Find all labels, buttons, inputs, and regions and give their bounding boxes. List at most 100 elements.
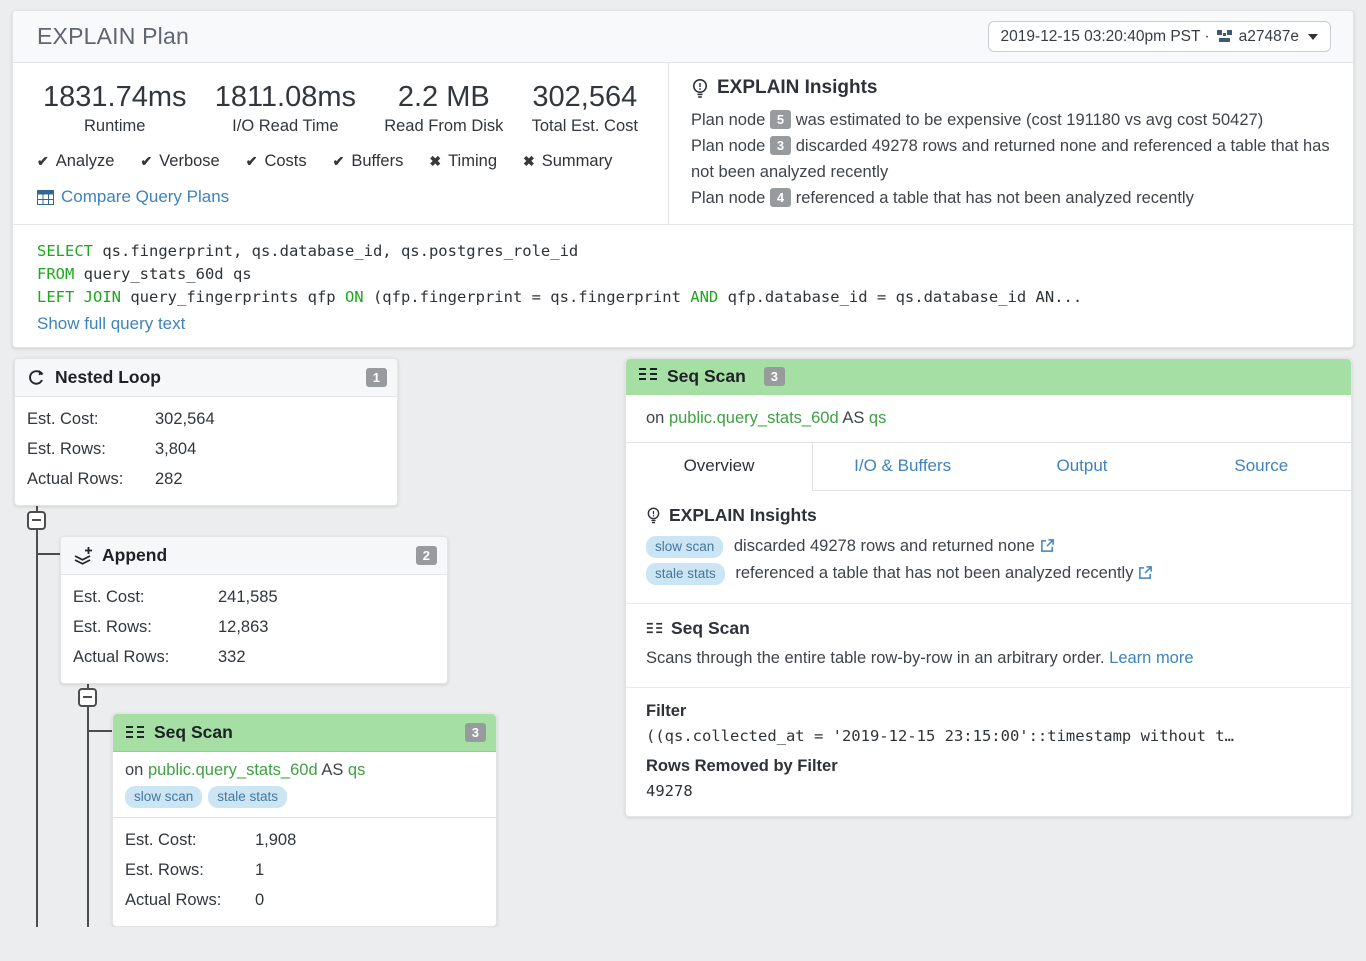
external-link-icon[interactable] <box>1040 538 1055 553</box>
table-link[interactable]: public.query_stats_60d <box>669 409 839 427</box>
x-icon: ✖ <box>429 153 441 170</box>
insight-item: Plan node 4 referenced a table that has … <box>691 185 1333 211</box>
stat-row: Est. Rows:1 <box>125 856 484 886</box>
plan-node-seq-scan[interactable]: Seq Scan 3 on public.query_stats_60d AS … <box>112 713 497 927</box>
detail-table-row: on public.query_stats_60d AS qs <box>626 395 1351 442</box>
stat-row: Est. Rows:3,804 <box>27 435 385 465</box>
table-grid-icon <box>37 190 54 205</box>
insight-item: Plan node 3 discarded 49278 rows and ret… <box>691 133 1333 185</box>
detail-header: Seq Scan 3 <box>626 359 1351 395</box>
node-header: Seq Scan 3 <box>113 714 496 752</box>
flag-buffers: ✔Buffers <box>333 152 404 171</box>
stat-row: Actual Rows:332 <box>73 643 435 673</box>
insight-tag: stale stats <box>646 563 725 585</box>
plan-node-nested-loop[interactable]: Nested Loop 1 Est. Cost:302,564 Est. Row… <box>14 358 398 506</box>
flag-analyze: ✔Analyze <box>37 152 114 171</box>
node-title: Nested Loop <box>55 367 161 388</box>
tab-io-buffers[interactable]: I/O & Buffers <box>813 443 992 491</box>
node-badge[interactable]: 4 <box>770 188 791 207</box>
flag-costs: ✔Costs <box>246 152 307 171</box>
lightbulb-icon <box>646 506 661 525</box>
filter-title: Filter <box>646 702 1331 721</box>
check-icon: ✔ <box>37 153 49 170</box>
x-icon: ✖ <box>523 153 535 170</box>
node-stats: Est. Cost:1,908 Est. Rows:1 Actual Rows:… <box>113 818 496 926</box>
snapshot-icon <box>1217 30 1232 44</box>
detail-tabs: Overview I/O & Buffers Output Source <box>626 442 1351 491</box>
compare-query-plans-link[interactable]: Compare Query Plans <box>37 187 229 207</box>
node-detail-panel: Seq Scan 3 on public.query_stats_60d AS … <box>625 358 1352 817</box>
node-badge[interactable]: 5 <box>770 110 791 129</box>
tree-connector-line <box>87 669 89 927</box>
tree-connector-line <box>88 730 112 732</box>
tree-connector-line <box>36 492 38 927</box>
node-title: Seq Scan <box>154 722 233 743</box>
seq-scan-rows-icon <box>638 366 658 387</box>
query-text-section: SELECT qs.fingerprint, qs.database_id, q… <box>13 224 1353 347</box>
node-badge: 1 <box>366 368 387 387</box>
stat-row: Est. Cost:241,585 <box>73 583 435 613</box>
check-icon: ✔ <box>246 153 258 170</box>
append-layers-icon <box>73 546 93 565</box>
rows-removed-title: Rows Removed by Filter <box>646 757 1331 776</box>
insight-tag: slow scan <box>125 786 202 808</box>
page-title: EXPLAIN Plan <box>37 23 189 50</box>
node-help-title: Seq Scan <box>646 618 1331 639</box>
stat-total-est-cost: 302,564 Total Est. Cost <box>532 79 638 136</box>
detail-title: Seq Scan <box>667 366 746 387</box>
stat-row: Actual Rows:282 <box>27 465 385 495</box>
tab-source[interactable]: Source <box>1172 443 1351 491</box>
show-full-query-link[interactable]: Show full query text <box>37 314 185 334</box>
explain-flags: ✔Analyze ✔Verbose ✔Costs ✔Buffers ✖Timin… <box>37 152 644 171</box>
chevron-down-icon <box>1308 34 1318 40</box>
stat-row: Est. Cost:302,564 <box>27 405 385 435</box>
explain-plan-card: EXPLAIN Plan 2019-12-15 03:20:40pm PST ·… <box>12 10 1354 348</box>
lightbulb-icon <box>691 78 709 99</box>
tab-overview[interactable]: Overview <box>626 442 813 491</box>
node-title: Append <box>102 545 167 566</box>
tab-output[interactable]: Output <box>992 443 1171 491</box>
external-link-icon[interactable] <box>1138 565 1153 580</box>
plan-tree-area: Nested Loop 1 Est. Cost:302,564 Est. Row… <box>12 348 1354 927</box>
table-link[interactable]: public.query_stats_60d <box>148 761 318 779</box>
alias-link[interactable]: qs <box>869 409 886 427</box>
plan-summary: 1831.74ms Runtime 1811.08ms I/O Read Tim… <box>13 63 668 224</box>
snapshot-id: a27487e <box>1239 28 1299 46</box>
node-badge[interactable]: 3 <box>770 136 791 155</box>
plan-node-append[interactable]: Append 2 Est. Cost:241,585 Est. Rows:12,… <box>60 536 448 684</box>
node-table-row: on public.query_stats_60d AS qs slow sca… <box>113 752 496 818</box>
stat-row: Est. Rows:12,863 <box>73 613 435 643</box>
flag-timing: ✖Timing <box>429 152 497 171</box>
node-stats: Est. Cost:302,564 Est. Rows:3,804 Actual… <box>15 397 397 505</box>
snapshot-selector-button[interactable]: 2019-12-15 03:20:40pm PST · a27487e <box>988 21 1331 52</box>
insight-tag: stale stats <box>208 786 287 808</box>
insight-item: Plan node 5 was estimated to be expensiv… <box>691 107 1333 133</box>
collapse-node-2-button[interactable] <box>78 688 97 707</box>
node-header: Nested Loop 1 <box>15 359 397 397</box>
node-help-text: Scans through the entire table row-by-ro… <box>646 646 1331 671</box>
rows-removed-value: 49278 <box>646 782 1331 800</box>
insight-item: stale stats referenced a table that has … <box>646 560 1331 587</box>
stat-runtime: 1831.74ms Runtime <box>43 79 187 136</box>
snapshot-datetime: 2019-12-15 03:20:40pm PST · <box>1001 28 1210 46</box>
check-icon: ✔ <box>140 153 152 170</box>
sql-query-text: SELECT qs.fingerprint, qs.database_id, q… <box>37 240 1329 310</box>
tree-connector-line <box>37 553 60 555</box>
stat-row: Actual Rows:0 <box>125 886 484 916</box>
learn-more-link[interactable]: Learn more <box>1109 649 1193 667</box>
seq-scan-rows-icon <box>646 621 663 635</box>
node-stats: Est. Cost:241,585 Est. Rows:12,863 Actua… <box>61 575 447 683</box>
node-badge: 3 <box>465 723 486 742</box>
node-help-section: Seq Scan Scans through the entire table … <box>626 604 1351 688</box>
seq-scan-rows-icon <box>125 724 145 740</box>
alias-link[interactable]: qs <box>348 761 365 779</box>
explain-insights-panel: EXPLAIN Insights Plan node 5 was estimat… <box>668 63 1353 224</box>
stats-row: 1831.74ms Runtime 1811.08ms I/O Read Tim… <box>37 79 644 136</box>
explain-insights-title: EXPLAIN Insights <box>691 77 1333 99</box>
filter-expression: ((qs.collected_at = '2019-12-15 23:15:00… <box>646 727 1331 745</box>
flag-summary: ✖Summary <box>523 152 612 171</box>
explain-plan-header: EXPLAIN Plan 2019-12-15 03:20:40pm PST ·… <box>13 11 1353 63</box>
collapse-node-1-button[interactable] <box>27 511 46 530</box>
detail-insights-section: EXPLAIN Insights slow scan discarded 492… <box>626 491 1351 604</box>
node-badge: 2 <box>416 546 437 565</box>
